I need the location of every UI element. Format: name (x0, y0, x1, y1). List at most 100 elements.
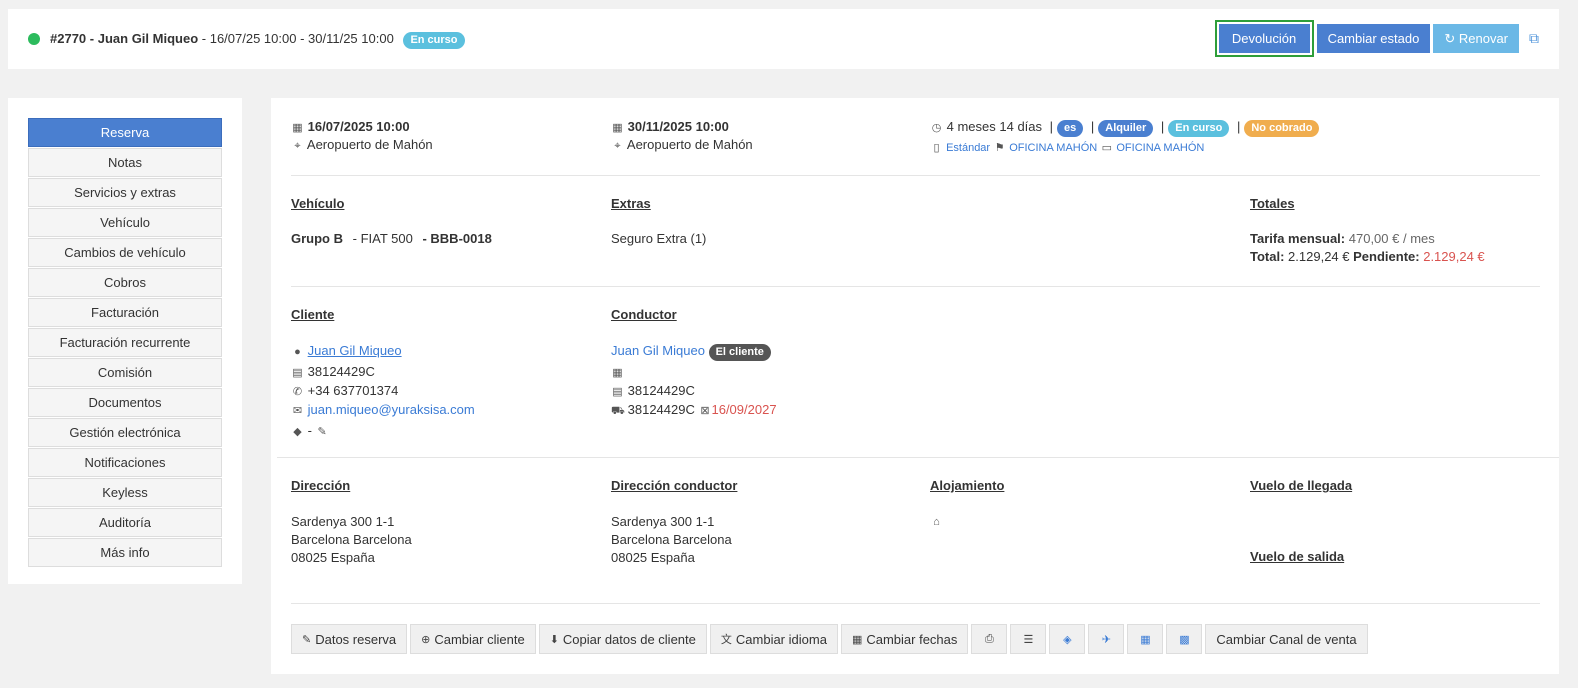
tariff-link[interactable]: Estándar (946, 142, 990, 154)
user-icon: ● (294, 346, 301, 358)
pickup-datetime: 16/07/2025 10:00 (307, 119, 410, 134)
office-pickup-link[interactable]: OFICINA MAHÓN (1009, 142, 1097, 154)
qr-code-button[interactable]: ▩ (1166, 624, 1203, 654)
type-badge: Alquiler (1098, 120, 1154, 137)
calendar-icon: ▦ (292, 122, 303, 134)
refresh-icon: ↻ (1444, 30, 1459, 46)
tariff-value: 470,00 € / mes (1348, 231, 1435, 246)
cambiar-idioma-label: Cambiar idioma (735, 631, 827, 647)
calculator-icon: ▦ (1140, 633, 1151, 646)
sidebar-item-documentos[interactable]: Documentos (28, 388, 222, 417)
vehicle-plate: - BBB-0018 (422, 231, 492, 246)
office-return-link[interactable]: OFICINA MAHÓN (1116, 142, 1204, 154)
clipboard-icon: ▯ (933, 142, 940, 154)
arrival-flight-heading: Vuelo de llegada (1250, 478, 1353, 493)
language-icon: 文 (720, 634, 732, 646)
duration: 4 meses 14 días (946, 119, 1043, 134)
search-plus-icon: ⊕ (421, 633, 431, 646)
accommodation-heading: Alojamiento (930, 478, 1005, 493)
map-pin-icon: ⌖ (614, 140, 621, 152)
cambiar-fechas-button[interactable]: ▦ Cambiar fechas (840, 624, 969, 654)
renovar-button[interactable]: ↻ Renovar (1433, 24, 1519, 53)
return-location: Aeropuerto de Mahón (626, 137, 753, 152)
settings-sliders-button[interactable]: ☰ (1010, 624, 1047, 654)
meta-block: ◷ 4 meses 14 días | es | Alquiler | En curs… (930, 119, 1320, 154)
pickup-block: ▦ 16/07/2025 10:00 ⌖ Aeropuerto de Mahón (291, 119, 433, 153)
sidebar-item-gestion-electronica[interactable]: Gestión electrónica (28, 418, 222, 447)
arrow-circle-down-icon: ⬇ (549, 633, 559, 646)
calendar-icon: ▦ (612, 367, 623, 379)
address-heading: Dirección (291, 478, 351, 493)
driver-block: Juan Gil Miqueo El cliente ▦ ▤ 38124429C… (611, 342, 777, 420)
reservation-client-name: Juan Gil Miqueo (97, 31, 199, 46)
pencil-icon: ✎ (302, 633, 312, 646)
extras-item: Seguro Extra (1) (611, 231, 707, 246)
address-line2: Barcelona Barcelona (291, 532, 412, 547)
cambiar-estado-button[interactable]: Cambiar estado (1316, 24, 1431, 53)
sidebar-item-auditoria[interactable]: Auditoría (28, 508, 222, 537)
calendar-icon: ▦ (612, 122, 623, 134)
pencil-icon[interactable]: ✎ (316, 423, 329, 441)
client-tags: - (307, 423, 312, 438)
vehicle-model: - FIAT 500 (352, 231, 413, 246)
status-badge-2: En curso (1168, 120, 1230, 137)
inbox-icon: ▭ (1101, 142, 1112, 154)
payment-badge: No cobrado (1244, 120, 1320, 137)
tag-button[interactable]: ◈ (1049, 624, 1086, 654)
totals-heading: Totales (1250, 196, 1295, 211)
extras-heading: Extras (611, 196, 651, 211)
print-button[interactable]: ⎙ (971, 624, 1008, 654)
cambiar-idioma-button[interactable]: 文 Cambiar idioma (709, 624, 838, 654)
sidebar-item-cambios-vehiculo[interactable]: Cambios de vehículo (28, 238, 222, 267)
reservation-date-range: 16/07/25 10:00 - 30/11/25 10:00 (209, 31, 394, 46)
devolucion-button[interactable]: Devolución (1218, 24, 1310, 53)
sidebar-item-notificaciones[interactable]: Notificaciones (28, 448, 222, 477)
sidebar-item-facturacion[interactable]: Facturación (28, 298, 222, 327)
reservation-title: #2770 - Juan Gil Miqueo - 16/07/25 10:00… (50, 31, 465, 49)
client-heading: Cliente (291, 307, 335, 322)
sidebar-item-notas[interactable]: Notas (28, 148, 222, 177)
calculator-button[interactable]: ▦ (1127, 624, 1164, 654)
cambiar-cliente-button[interactable]: ⊕ Cambiar cliente (410, 624, 536, 654)
copiar-datos-button[interactable]: ⬇ Copiar datos de cliente (538, 624, 707, 654)
client-name-link[interactable]: Juan Gil Miqueo (308, 343, 402, 358)
sidebar-item-comision[interactable]: Comisión (28, 358, 222, 387)
external-link-icon[interactable]: ⧉ (1529, 30, 1539, 47)
car-icon: ⛟ (611, 405, 625, 417)
total-value: 2.129,24 € (1288, 249, 1350, 264)
pending-value: 2.129,24 € (1423, 249, 1485, 264)
calendar-x-icon: ⊠ (700, 405, 710, 417)
driver-id-doc: 38124429C (627, 383, 695, 398)
sidebar-item-facturacion-recurrente[interactable]: Facturación recurrente (28, 328, 222, 357)
client-email-link[interactable]: juan.miqueo@yuraksisa.com (308, 402, 475, 417)
lang-badge: es (1057, 120, 1084, 137)
sliders-icon: ☰ (1023, 633, 1034, 646)
id-card-icon: ▤ (612, 386, 623, 398)
pickup-location: Aeropuerto de Mahón (306, 137, 433, 152)
sidebar-item-reserva[interactable]: Reserva (28, 118, 222, 147)
datos-reserva-button[interactable]: ✎ Datos reserva (291, 624, 408, 654)
sidebar-item-mas-info[interactable]: Más info (28, 538, 222, 567)
sidebar-item-vehiculo[interactable]: Vehículo (28, 208, 222, 237)
flight-button[interactable]: ✈ (1088, 624, 1125, 654)
copiar-datos-label: Copiar datos de cliente (562, 631, 696, 647)
divider (291, 603, 1540, 604)
divider (277, 457, 1559, 458)
totals-block: Tarifa mensual: 470,00 € / mes Total: 2.… (1250, 231, 1485, 264)
renovar-label: Renovar (1458, 30, 1508, 46)
status-dot (28, 33, 40, 45)
sidebar: Reserva Notas Servicios y extras Vehícul… (8, 98, 242, 584)
sidebar-item-servicios[interactable]: Servicios y extras (28, 178, 222, 207)
pending-label: Pendiente: (1353, 249, 1420, 264)
cambiar-canal-button[interactable]: Cambiar Canal de venta (1205, 624, 1368, 654)
reservation-detail-panel: ▦ 16/07/2025 10:00 ⌖ Aeropuerto de Mahón… (271, 98, 1559, 674)
driver-name-link[interactable]: Juan Gil Miqueo (611, 343, 705, 358)
reservation-id: #2770 (50, 31, 87, 46)
tag-icon: ◆ (293, 426, 302, 438)
datos-reserva-label: Datos reserva (315, 631, 397, 647)
sidebar-item-cobros[interactable]: Cobros (28, 268, 222, 297)
sidebar-item-keyless[interactable]: Keyless (28, 478, 222, 507)
qr-code-icon: ▩ (1179, 633, 1190, 646)
address-line3: 08025 España (291, 550, 375, 565)
return-datetime: 30/11/2025 10:00 (627, 119, 729, 134)
